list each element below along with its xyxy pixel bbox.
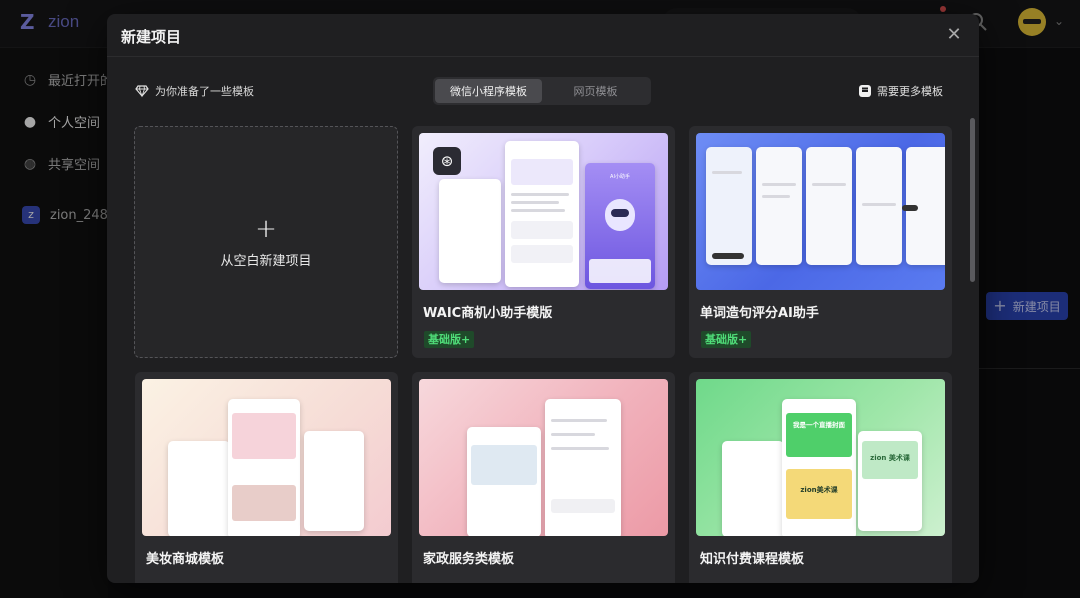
template-thumbnail <box>419 379 668 536</box>
diamond-icon <box>135 85 149 98</box>
plus-icon: + <box>255 213 277 244</box>
template-thumbnail: 我是一个直播封面 zion美术课 zion 美术课 <box>696 379 945 536</box>
template-name: 知识付费课程模板 <box>700 552 805 567</box>
plan-badge: 基础版+ <box>424 331 475 348</box>
course-logo-text: zion 美术课 <box>870 454 910 462</box>
close-icon[interactable]: ✕ <box>945 26 963 44</box>
message-icon <box>859 85 871 97</box>
dialog-title: 新建项目 <box>121 28 182 46</box>
template-thumbnail <box>142 379 391 536</box>
templates-intro-label: 为你准备了一些模板 <box>155 85 254 98</box>
course-banner-text: 我是一个直播封面 <box>793 421 845 429</box>
template-thumbnail <box>696 133 945 290</box>
blank-project-card[interactable]: + 从空白新建项目 <box>134 126 398 358</box>
template-card-paid-course[interactable]: 我是一个直播封面 zion美术课 zion 美术课 知识付费课程模板 <box>689 372 952 583</box>
more-templates-label: 需要更多模板 <box>877 85 943 98</box>
template-card-waic[interactable]: ⊛ AI小助手 WAIC商机小助手模版 基础版+ <box>412 126 675 358</box>
template-card-home-service[interactable]: 家政服务类模板 <box>412 372 675 583</box>
course-title-text: zion美术课 <box>800 486 838 494</box>
brain-icon: ⊛ <box>433 147 461 175</box>
blank-project-label: 从空白新建项目 <box>220 253 312 269</box>
scrollbar[interactable] <box>970 118 975 564</box>
template-name: 家政服务类模板 <box>423 552 515 567</box>
template-card-beauty-shop[interactable]: 美妆商城模板 <box>135 372 398 583</box>
template-type-tabs: 微信小程序模板 网页模板 <box>433 77 651 105</box>
ai-bot-label: AI小助手 <box>610 174 630 180</box>
template-grid: + 从空白新建项目 ⊛ AI小助手 WAIC商机小助手模版 基础版+ 单词造句评… <box>107 126 967 583</box>
template-name: 美妆商城模板 <box>146 552 225 567</box>
tab-web[interactable]: 网页模板 <box>542 79 649 103</box>
template-name: 单词造句评分AI助手 <box>700 306 819 321</box>
tab-wechat-miniprogram[interactable]: 微信小程序模板 <box>435 79 542 103</box>
more-templates-link[interactable]: 需要更多模板 <box>859 83 943 99</box>
divider <box>107 56 979 57</box>
new-project-dialog: 新建项目 ✕ 为你准备了一些模板 微信小程序模板 网页模板 需要更多模板 + 从… <box>107 14 979 583</box>
template-card-word-ai[interactable]: 单词造句评分AI助手 基础版+ <box>689 126 952 358</box>
scrollbar-thumb[interactable] <box>970 118 975 282</box>
template-thumbnail: ⊛ AI小助手 <box>419 133 668 290</box>
templates-intro: 为你准备了一些模板 <box>135 83 254 99</box>
plan-badge: 基础版+ <box>701 331 752 348</box>
template-name: WAIC商机小助手模版 <box>423 306 553 321</box>
